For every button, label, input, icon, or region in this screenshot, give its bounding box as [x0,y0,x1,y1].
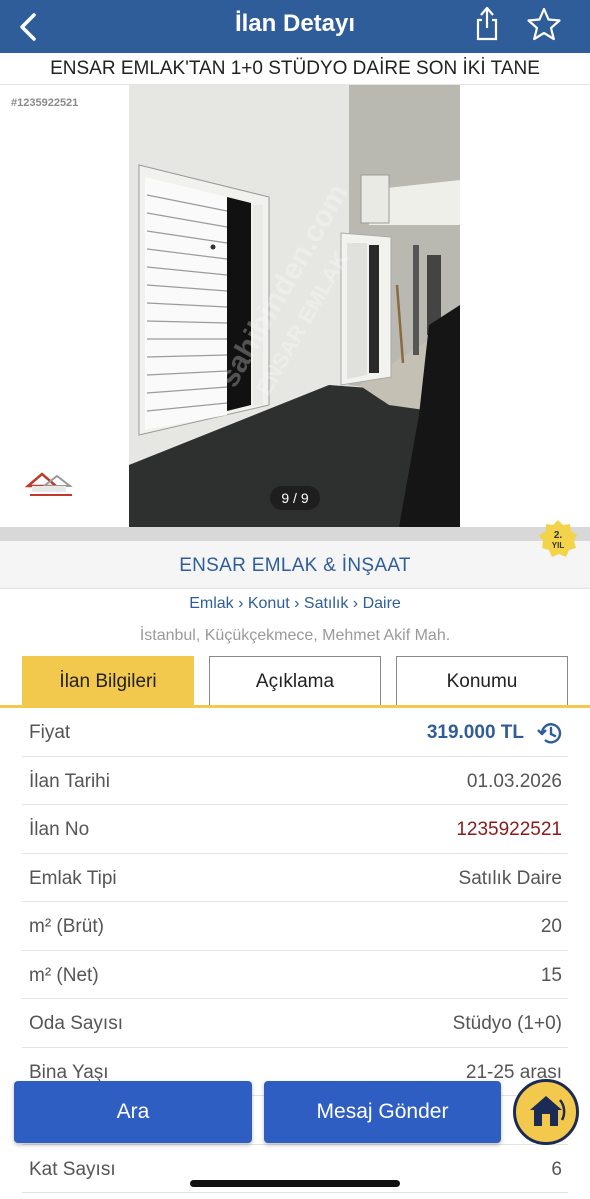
hallway-photo: sahibinden.com ENSAR EMLAK [129,85,460,527]
info-row-gross-area: m² (Brüt) 20 [22,902,568,951]
store-section[interactable]: ENSAR EMLAK & İNŞAAT 2. YIL [0,520,590,589]
photo-gallery[interactable]: #1235922521 sahibinden.com ENSAR EMLAK 9… [0,85,590,527]
info-row-ad-no: İlan No 1235922521 [22,805,568,854]
info-key: İlan No [29,819,90,840]
top-nav-bar: İlan Detayı [0,0,590,53]
year-badge-text: YIL [552,541,565,550]
tab-konumu[interactable]: Konumu [396,656,568,705]
star-icon [527,7,561,41]
detail-tabs: İlan Bilgileri Açıklama Konumu [0,656,590,708]
membership-year-badge: 2. YIL [538,519,578,559]
location-text: İstanbul, Küçükçekmece, Mehmet Akif Mah. [139,627,451,644]
listing-photo[interactable]: sahibinden.com ENSAR EMLAK 9 / 9 [129,85,460,527]
favorite-button[interactable] [525,4,563,44]
info-row-net-area: m² (Net) 15 [22,951,568,999]
info-value: 6 [551,1158,562,1180]
home-button[interactable] [513,1079,579,1145]
info-key: m² (Net) [29,964,99,986]
category-breadcrumb[interactable]: Emlak › Konut › Satılık › Daire [0,595,590,613]
ad-number-value: 1235922521 [456,819,562,840]
tab-aciklama[interactable]: Açıklama [209,656,381,705]
share-button[interactable] [470,4,504,44]
info-value: Stüdyo (1+0) [452,1013,562,1034]
house-logo-icon [24,472,73,496]
info-value: 20 [540,916,562,937]
info-key: Fiyat [29,722,71,743]
photo-counter: 9 / 9 [270,486,320,510]
info-row-type: Emlak Tipi Satılık Daire [22,854,568,902]
search-button[interactable]: Ara [14,1081,252,1143]
year-badge-number: 2. [554,530,563,541]
info-key: Kat Sayısı [29,1158,116,1180]
tab-ilan-bilgileri[interactable]: İlan Bilgileri [22,656,194,705]
info-value: 15 [540,964,562,986]
home-icon [530,1096,566,1126]
info-key: Oda Sayısı [29,1013,123,1034]
info-value: Satılık Daire [458,867,562,889]
listing-title: ENSAR EMLAK'TAN 1+0 STÜDYO DAİRE SON İKİ… [0,53,590,85]
info-key: m² (Brüt) [29,916,104,937]
info-row-rooms: Oda Sayısı Stüdyo (1+0) [22,999,568,1048]
share-icon [476,6,498,41]
price-value: 319.000 TL [426,722,524,743]
info-row-price: Fiyat 319.000 TL [22,708,568,757]
section-divider [0,527,590,541]
info-row-date: İlan Tarihi 01.03.2026 [22,757,568,805]
agency-logo [24,470,79,500]
price-history-icon[interactable] [536,719,564,747]
ad-id-label: #1235922521 [11,97,79,109]
info-value: 01.03.2026 [466,770,562,792]
home-indicator [190,1180,400,1187]
send-message-button[interactable]: Mesaj Gönder [264,1081,501,1143]
info-key: Emlak Tipi [29,867,117,889]
store-name-link[interactable]: ENSAR EMLAK & İNŞAAT [0,555,590,577]
info-key: İlan Tarihi [29,770,110,792]
year-badge-icon: 2. YIL [539,520,577,557]
